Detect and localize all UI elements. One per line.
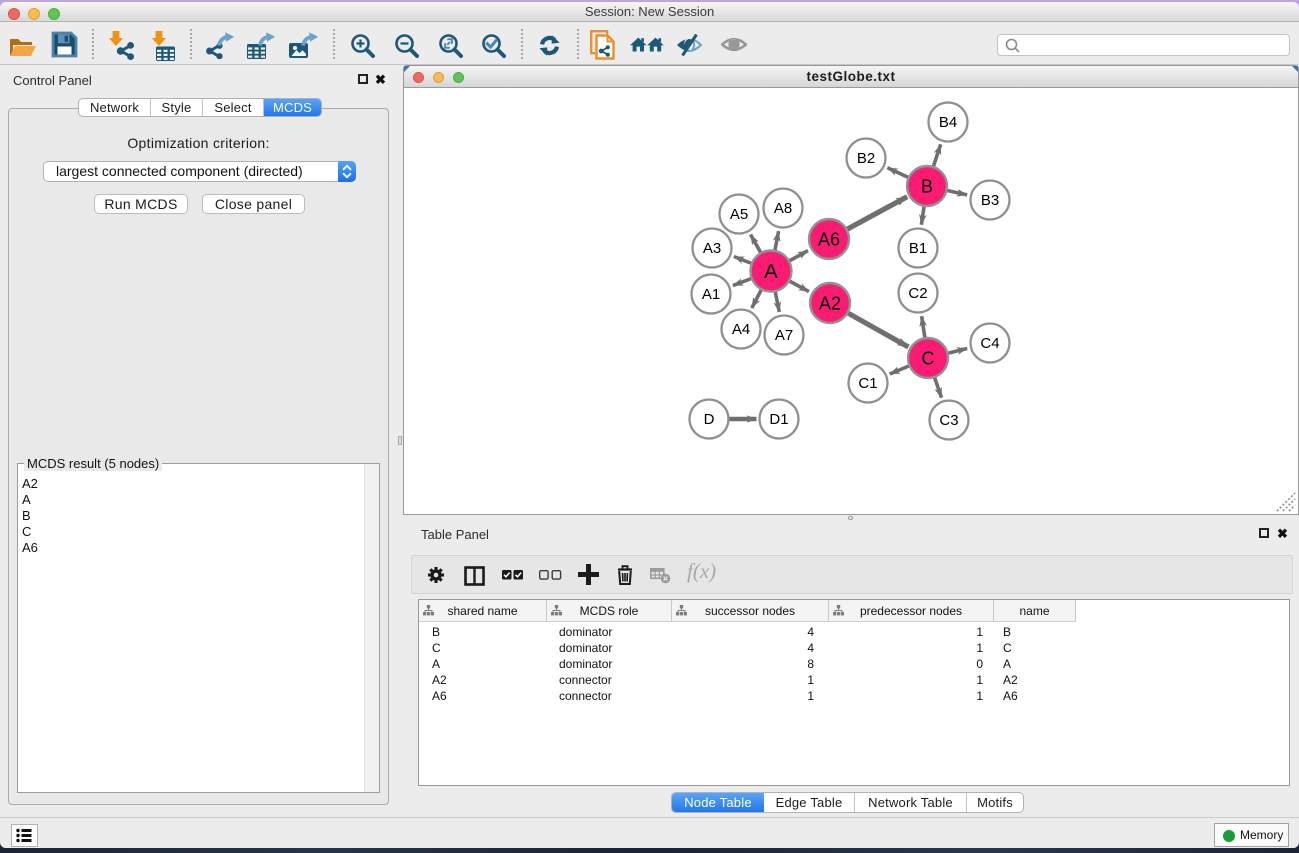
svg-text:A: A (764, 260, 778, 283)
svg-text:D: D (704, 411, 715, 428)
svg-text:C: C (922, 348, 935, 368)
svg-text:B4: B4 (939, 114, 957, 131)
svg-text:A7: A7 (775, 327, 793, 344)
svg-text:B: B (921, 176, 933, 196)
svg-text:B3: B3 (981, 192, 999, 209)
svg-text:A6: A6 (818, 229, 840, 249)
svg-text:C4: C4 (980, 335, 999, 352)
svg-text:f(x): f(x) (687, 562, 716, 583)
svg-text:A1: A1 (702, 286, 720, 303)
svg-text:A4: A4 (732, 321, 750, 338)
svg-text:C3: C3 (939, 412, 958, 429)
svg-text:B1: B1 (909, 240, 927, 257)
svg-text:A8: A8 (774, 200, 792, 217)
svg-text:A2: A2 (819, 293, 841, 313)
svg-text:A3: A3 (703, 240, 721, 257)
svg-text:B2: B2 (857, 150, 875, 167)
svg-text:D1: D1 (769, 411, 788, 428)
svg-text:C1: C1 (858, 375, 877, 392)
svg-text:A5: A5 (730, 206, 748, 223)
svg-text:C2: C2 (908, 285, 927, 302)
